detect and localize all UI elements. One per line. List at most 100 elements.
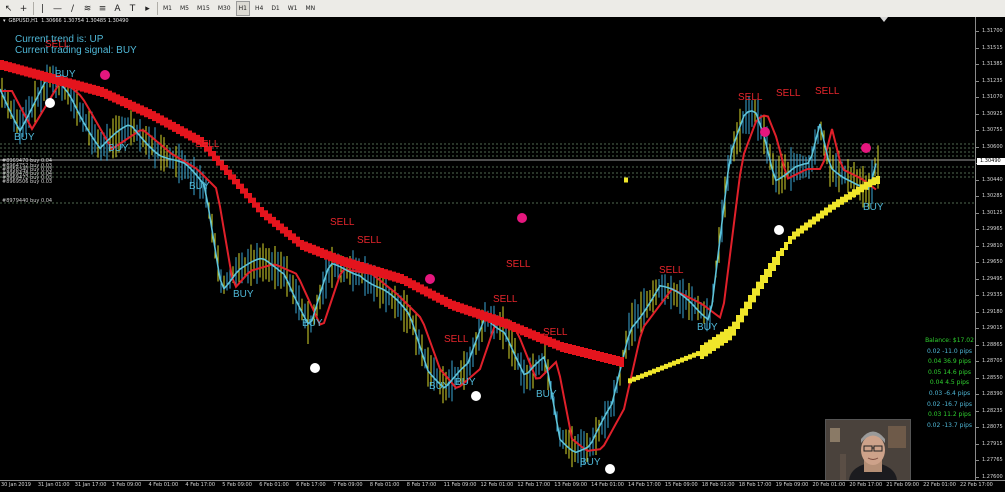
order-label: #8969506 buy 0.03 <box>2 179 52 185</box>
ribbon-down-block <box>412 280 416 291</box>
ribbon-down-block <box>416 282 420 293</box>
ribbon-up-block <box>828 204 832 213</box>
timeframe-m30-button[interactable]: M30 <box>215 1 234 16</box>
price-label: 1.27915 <box>982 440 1003 447</box>
ribbon-up-block <box>704 342 708 357</box>
ribbon-down-block <box>524 327 528 337</box>
price-label: 1.29965 <box>982 226 1003 233</box>
label-icon[interactable]: T <box>126 2 139 15</box>
timeframe-w1-button[interactable]: W1 <box>285 1 301 16</box>
price-chart[interactable]: #8969470 buy 0.04 #8964752 buy 0.03 #89583… <box>0 17 975 480</box>
trendline-icon[interactable]: ∕ <box>66 2 79 15</box>
ribbon-up-block <box>848 191 852 200</box>
symbol-dropdown-icon[interactable]: ▾ <box>3 18 6 24</box>
buy-label: BUY <box>233 289 254 300</box>
price-tick <box>976 477 979 478</box>
chart-canvas: #8969470 buy 0.04#8964752 buy 0.03#89583… <box>0 17 975 474</box>
ribbon-up-block <box>860 184 864 193</box>
ribbon-up-block <box>840 196 844 205</box>
ribbon-up-block <box>784 242 788 250</box>
ribbon-down-block <box>184 128 188 139</box>
ribbon-up-block <box>656 367 660 373</box>
order-label: #8979440 buy 0.04 <box>2 198 52 204</box>
ribbon-down-block <box>288 230 292 241</box>
ribbon-down-block <box>456 302 460 313</box>
ribbon-down-block <box>596 351 600 361</box>
pink-signal-dot <box>861 143 871 153</box>
ribbon-down-block <box>436 292 440 303</box>
ribbon-down-block <box>528 328 532 339</box>
vertical-line-icon[interactable]: | <box>36 2 49 15</box>
fibonacci-icon[interactable]: ≡ <box>96 2 109 15</box>
ribbon-up-block <box>864 181 868 190</box>
price-tick <box>976 295 979 297</box>
ribbon-up-block <box>732 321 736 336</box>
time-label: 11 Feb 09:00 <box>443 482 477 488</box>
trade-row: 0.04 4.5 pips <box>929 379 970 387</box>
sell-label: SELL <box>738 92 763 103</box>
buy-label: BUY <box>189 181 210 192</box>
ribbon-down-block <box>112 92 116 103</box>
ribbon-down-block <box>580 347 584 357</box>
white-signal-dot <box>471 391 481 401</box>
ribbon-down-block <box>400 274 404 284</box>
ribbon-up-block <box>720 331 724 346</box>
time-label: 31 Jan 17:00 <box>74 482 107 488</box>
ribbon-up-block <box>664 363 668 369</box>
ribbon-down-block <box>176 124 180 135</box>
price-label: 1.31385 <box>982 61 1003 68</box>
ribbon-down-block <box>296 236 300 247</box>
ribbon-up-block <box>696 351 700 357</box>
horizontal-line-icon[interactable]: — <box>51 2 64 15</box>
pink-signal-dot <box>425 274 435 284</box>
ribbon-up-block <box>844 194 848 203</box>
ribbon-down-block <box>232 174 236 185</box>
channel-icon[interactable]: ≋ <box>81 2 94 15</box>
shapes-icon[interactable]: ▸ <box>141 2 154 15</box>
ribbon-down-block <box>408 278 412 289</box>
ribbon-up-block <box>652 368 656 374</box>
ribbon-down-block <box>496 315 500 326</box>
balance-title: Balance: $17.02 <box>925 337 974 344</box>
ribbon-down-block <box>220 160 224 171</box>
ribbon-down-block <box>16 64 20 75</box>
price-tick <box>976 179 979 181</box>
ribbon-up-block <box>728 326 732 341</box>
ribbon-up-block <box>692 352 696 358</box>
timeframe-h1-button[interactable]: H1 <box>235 1 250 16</box>
ribbon-down-block <box>48 72 52 83</box>
ribbon-down-block <box>256 202 260 213</box>
ribbon-down-block <box>532 330 536 341</box>
timeframe-d1-button[interactable]: D1 <box>268 1 282 16</box>
timeframe-m1-button[interactable]: M1 <box>160 1 175 16</box>
price-tick <box>976 212 979 214</box>
ribbon-down-block <box>328 251 332 262</box>
ribbon-down-block <box>568 344 572 354</box>
timeframe-h4-button[interactable]: H4 <box>252 1 266 16</box>
ribbon-down-block <box>236 179 240 189</box>
ribbon-down-block <box>212 151 216 161</box>
ribbon-down-block <box>368 264 372 275</box>
ribbon-down-block <box>80 81 84 92</box>
buy-label: BUY <box>536 389 557 400</box>
sell-label: SELL <box>659 265 684 276</box>
ribbon-down-block <box>572 345 576 355</box>
timeframe-m15-button[interactable]: M15 <box>194 1 213 16</box>
ribbon-down-block <box>512 322 516 332</box>
crosshair-icon[interactable]: + <box>17 2 30 15</box>
price-axis[interactable]: 1.31700 1.31515 1.31385 1.31235 1.31070 1.309… <box>975 17 1005 480</box>
timeframe-m5-button[interactable]: M5 <box>177 1 192 16</box>
ribbon-down-block <box>548 337 552 347</box>
ribbon-down-block <box>360 262 364 272</box>
timeframe-mn-button[interactable]: MN <box>303 1 319 16</box>
price-label: 1.30440 <box>982 176 1003 183</box>
time-axis[interactable]: 30 Jan 2019 31 Jan 01:00 31 Jan 17:00 1 Feb… <box>0 480 1005 492</box>
price-label: 1.29015 <box>982 325 1003 332</box>
text-icon[interactable]: A <box>111 2 124 15</box>
ribbon-down-block <box>376 266 380 277</box>
red-ma-line <box>0 79 877 452</box>
toolbar-separator <box>33 2 34 15</box>
cursor-icon[interactable]: ↖ <box>2 2 15 15</box>
trend-info: Current trend is: UP Current trading sig… <box>15 34 137 56</box>
ribbon-down-block <box>132 101 136 112</box>
